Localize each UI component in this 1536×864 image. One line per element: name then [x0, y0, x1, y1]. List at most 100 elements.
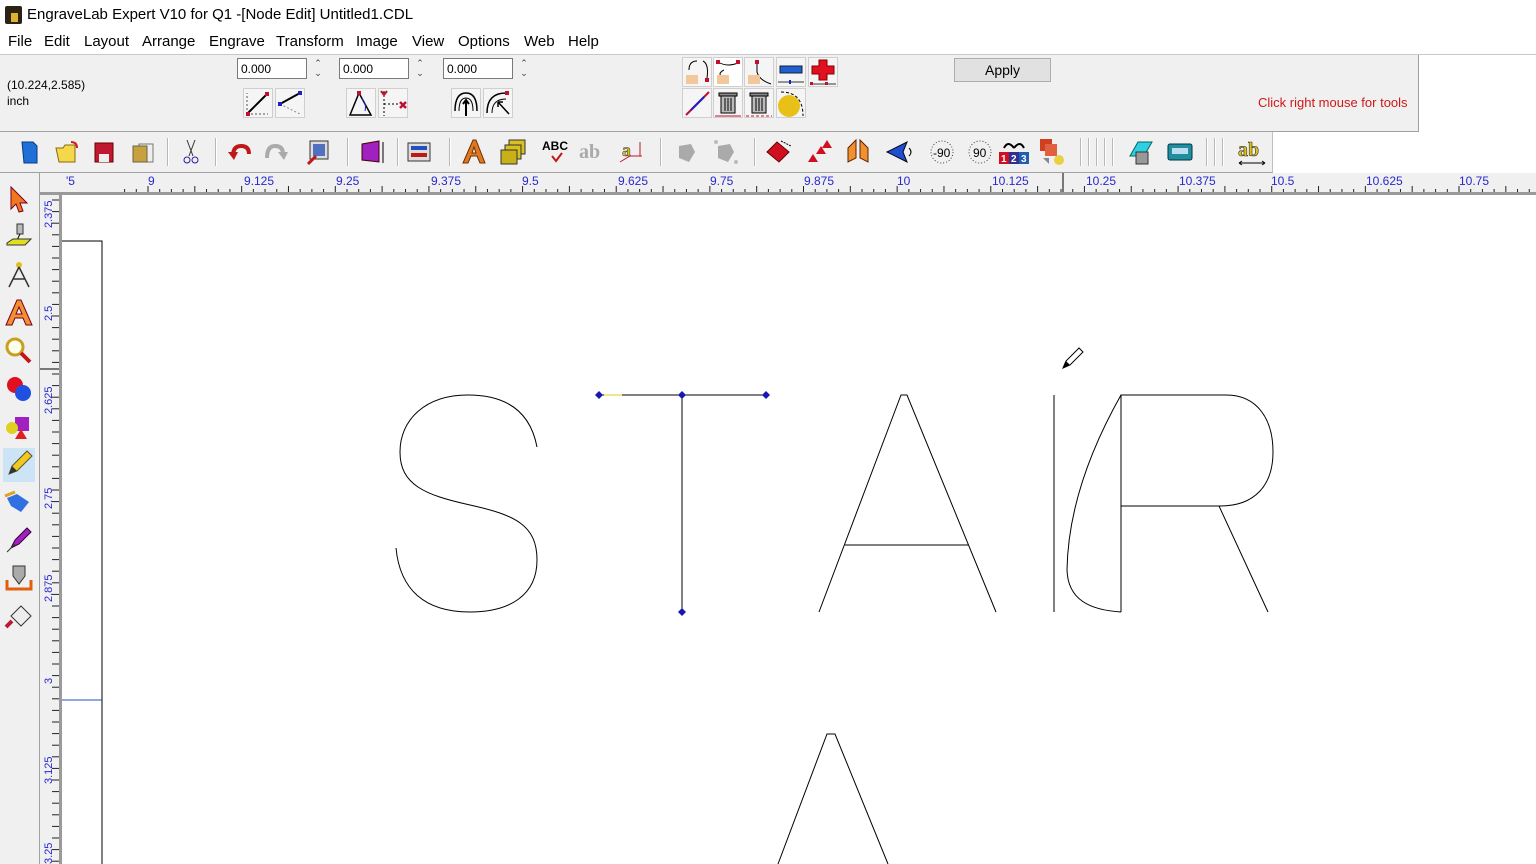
to-curve-button[interactable]	[776, 88, 806, 118]
undo-button[interactable]	[225, 136, 257, 168]
select-tool[interactable]	[3, 183, 35, 217]
angle-icon	[348, 91, 373, 116]
mirror-button[interactable]	[842, 136, 874, 168]
line-length-icon	[246, 92, 269, 116]
text-kerning-button[interactable]: a	[616, 136, 648, 168]
color-tool[interactable]	[3, 373, 35, 407]
trash-segment-button[interactable]	[744, 88, 774, 118]
menu-engrave[interactable]: Engrave	[209, 33, 265, 50]
engrave-tool[interactable]	[3, 221, 35, 255]
shape-tool[interactable]	[3, 411, 35, 445]
node-point[interactable]	[595, 391, 603, 399]
delete-axis-button[interactable]	[378, 88, 408, 118]
weld-button[interactable]	[763, 136, 795, 168]
flip-button[interactable]	[883, 136, 915, 168]
angle-button[interactable]	[346, 88, 376, 118]
delete-node-button[interactable]	[776, 57, 806, 87]
cut-button[interactable]	[175, 136, 207, 168]
arc-field[interactable]	[443, 58, 513, 79]
text-button[interactable]	[458, 136, 490, 168]
text-frames-icon	[500, 139, 526, 165]
import-button[interactable]	[302, 136, 334, 168]
menu-image[interactable]: Image	[356, 33, 398, 50]
save-button[interactable]	[88, 136, 120, 168]
pencil-tool-icon	[8, 450, 33, 475]
rotate-minus-90-button[interactable]: -90	[926, 136, 958, 168]
extend-node-button[interactable]	[744, 57, 774, 87]
text-shadow-button[interactable]: ab	[577, 136, 609, 168]
spell-check-button[interactable]: ABC	[540, 136, 572, 168]
redo-button[interactable]	[259, 136, 291, 168]
menu-view[interactable]: View	[412, 33, 444, 50]
menu-edit[interactable]: Edit	[44, 33, 70, 50]
vertical-ruler[interactable]: 2.375 2.5 2.625 2.75 2.875 3 3.125 3.25	[40, 195, 62, 864]
angle-field[interactable]	[339, 58, 409, 79]
page-size-button[interactable]	[357, 136, 389, 168]
arc-pointer-button[interactable]	[483, 88, 513, 118]
menu-web[interactable]: Web	[524, 33, 555, 50]
ruler-label: 3	[43, 678, 55, 684]
node-tool[interactable]	[3, 259, 35, 293]
node-point[interactable]	[762, 391, 770, 399]
length-field[interactable]	[237, 58, 307, 79]
group-button[interactable]	[671, 136, 703, 168]
new-file-icon	[21, 141, 38, 164]
distribute-button[interactable]	[804, 136, 836, 168]
length-spinner[interactable]: ⌃ ⌄	[313, 58, 323, 80]
horizontal-ruler-ticks: '5 9 9.125 9.25 9.375 9.5 9.625 9.75 9.875 10 10.1…	[66, 173, 1530, 192]
menu-file[interactable]: File	[8, 33, 32, 50]
fill-tool[interactable]	[3, 486, 35, 520]
text-tool[interactable]	[3, 297, 35, 331]
menu-transform[interactable]: Transform	[276, 33, 344, 50]
break-node-button[interactable]	[682, 57, 712, 87]
text-width-icon: ab	[1238, 139, 1266, 166]
new-file-button[interactable]	[13, 136, 45, 168]
join-nodes-button[interactable]	[713, 57, 743, 87]
ruler-label: 2.625	[43, 386, 55, 414]
drawing-canvas[interactable]	[62, 195, 1536, 864]
menu-help[interactable]: Help	[568, 33, 599, 50]
delete-x-axis-icon	[380, 90, 407, 116]
sequence-button[interactable]: 123	[998, 136, 1030, 168]
open-file-button[interactable]	[51, 136, 83, 168]
order-icon	[1040, 139, 1064, 165]
angle-spinner[interactable]: ⌃ ⌄	[415, 58, 425, 80]
line-direction-button[interactable]	[275, 88, 305, 118]
zoom-tool[interactable]	[3, 335, 35, 369]
menu-options[interactable]: Options	[458, 33, 510, 50]
svg-text:-90: -90	[933, 146, 951, 160]
line-length-button[interactable]	[243, 88, 273, 118]
add-node-button[interactable]	[808, 57, 838, 87]
pen-tool[interactable]	[3, 524, 35, 558]
control-panel-button[interactable]	[1164, 136, 1196, 168]
left-toolbox	[0, 173, 40, 864]
to-line-button[interactable]	[682, 88, 712, 118]
arc-spinner[interactable]: ⌃ ⌄	[519, 58, 529, 80]
node-point[interactable]	[678, 608, 686, 616]
text-width-button[interactable]: ab	[1236, 136, 1268, 168]
page-size-icon	[361, 140, 384, 163]
freehand-curve	[1066, 394, 1122, 613]
cutter-tool[interactable]	[3, 562, 35, 596]
ruler-label: 2.75	[43, 488, 55, 509]
save-as-button[interactable]	[127, 136, 159, 168]
ruler-label: 9.625	[618, 174, 648, 188]
eraser-tool[interactable]	[3, 600, 35, 634]
text-frames-button[interactable]	[497, 136, 529, 168]
letter-a-lower-outline	[777, 733, 889, 864]
node-point[interactable]	[678, 391, 686, 399]
svg-text:1: 1	[1001, 154, 1007, 165]
order-button[interactable]	[1037, 136, 1069, 168]
ungroup-button[interactable]	[710, 136, 742, 168]
trash-node-button[interactable]	[713, 88, 743, 118]
text-kerning-icon: a	[619, 140, 642, 163]
horizontal-ruler[interactable]: '5 9 9.125 9.25 9.375 9.5 9.625 9.75 9.875 10 10.1…	[40, 173, 1536, 195]
apply-button[interactable]: Apply	[954, 58, 1051, 82]
arc-up-button[interactable]	[451, 88, 481, 118]
pencil-tool[interactable]	[3, 448, 35, 482]
engrave-preview-button[interactable]	[1124, 136, 1156, 168]
menu-arrange[interactable]: Arrange	[142, 33, 195, 50]
rotate-90-button[interactable]: 90	[964, 136, 996, 168]
menu-layout[interactable]: Layout	[84, 33, 129, 50]
layout-button[interactable]	[403, 136, 435, 168]
